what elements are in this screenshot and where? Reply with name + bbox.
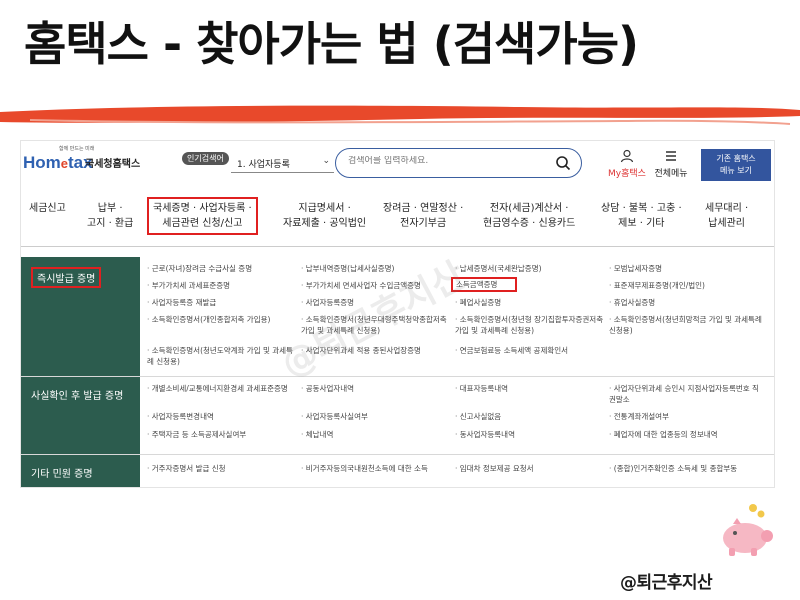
search-input[interactable] (348, 156, 553, 166)
list-item[interactable]: 사업자등록변경내역 (147, 411, 297, 422)
all-menu-button[interactable]: 전체메뉴 (651, 149, 691, 179)
popular-search-label: 인기검색어 (182, 152, 229, 165)
piggy-bank-icon (723, 504, 773, 556)
list-item[interactable]: (종합)인거주확인증 소득세 및 종합부동 (609, 463, 764, 474)
user-icon (620, 149, 634, 163)
list-item[interactable]: 동사업자등록내역 (455, 429, 603, 440)
logo-subtitle: 국세청홈택스 (85, 159, 141, 170)
nav-item-certificates[interactable]: 국세증명 · 사업자등록 · 세금관련 신청/신고 (147, 197, 258, 235)
list-item[interactable]: 거주자증명서 발급 신청 (147, 463, 297, 474)
list-item[interactable]: 공동사업자내역 (301, 383, 449, 394)
my-hometax-button[interactable]: My홈택스 (605, 149, 649, 179)
list-item[interactable]: 사업자등록사실여부 (301, 411, 449, 422)
main-nav: 세금신고 납부 · 고지 · 환급 국세증명 · 사업자등록 · 세금관련 신청/신… (21, 189, 774, 247)
list-item[interactable]: 연금보험료등 소득세액 공제확인서 (455, 345, 605, 356)
popular-search-select[interactable]: 1. 사업자등록 ⌄ (231, 153, 334, 173)
nav-item-tax-agent[interactable]: 세무대리 · 납세관리 (705, 201, 748, 231)
list-item[interactable]: 임대차 정보제공 요청서 (455, 463, 603, 474)
list-item[interactable]: 전통계좌개설여부 (609, 411, 764, 422)
row-header: 사실확인 후 발급 증명 (21, 377, 140, 454)
list-item[interactable]: 체납내역 (301, 429, 449, 440)
nav-item-statements[interactable]: 지급명세서 · 자료제출 · 공익법인 (283, 201, 366, 231)
list-item[interactable]: 모범납세자증명 (609, 263, 764, 274)
list-item[interactable]: 소득확인증명서(개인종합저축 가입용) (147, 314, 297, 325)
top-bar: 함께 만드는 미래 Hometax 국세청홈택스 인기검색어 1. 사업자등록 … (21, 141, 774, 189)
list-item[interactable]: 주택자금 등 소득공제사실여부 (147, 429, 297, 440)
list-item[interactable]: 사업자단위과세 승인시 지점사업자등록번호 직권말소 (609, 383, 764, 405)
search-icon[interactable] (555, 155, 571, 171)
row-header: 기타 민원 증명 (21, 455, 140, 487)
nav-item-e-invoice[interactable]: 전자(세금)계산서 · 현금영수증 · 신용카드 (483, 201, 575, 231)
nav-item-consult[interactable]: 상담 · 불복 · 고충 · 제보 · 기타 (601, 201, 682, 231)
chevron-down-icon: ⌄ (322, 156, 330, 166)
list-item[interactable]: 소득확인증명서(청년희망적금 가입 및 과세특례 신청용) (609, 314, 764, 336)
hometax-screenshot: 함께 만드는 미래 Hometax 국세청홈택스 인기검색어 1. 사업자등록 … (20, 140, 775, 488)
list-item[interactable]: 납세증명서(국세완납증명) (455, 263, 603, 274)
list-item[interactable]: 비거주자등의국내원천소득에 대한 소득 (301, 463, 451, 474)
list-item[interactable]: 근로(자녀)장려금 수급사실 증명 (147, 263, 295, 274)
brush-stroke-decoration (0, 105, 800, 125)
footer-handle: @퇴근후지산 (620, 573, 713, 593)
list-item[interactable]: 대표자등록내역 (455, 383, 603, 394)
hamburger-icon (666, 151, 676, 161)
list-item[interactable]: 표준재무제표증명(개인/법인) (609, 280, 764, 291)
nav-item-payment[interactable]: 납부 · 고지 · 환급 (87, 201, 133, 231)
search-box (335, 148, 582, 178)
nav-item-incentives[interactable]: 장려금 · 연말정산 · 전자기부금 (383, 201, 463, 231)
table-row: 사실확인 후 발급 증명 개별소비세/교통에너지환경세 과세표준증명 사업자등록… (21, 377, 774, 455)
row-header: 즉시발급 증명 (21, 257, 140, 376)
legacy-menu-button[interactable]: 기존 홈택스 메뉴 보기 (701, 149, 771, 181)
list-item[interactable]: 소득확인증명서(청년형 장기집합투자증권저축 가입 및 과세특례 신청용) (455, 314, 605, 336)
hometax-logo[interactable]: 함께 만드는 미래 Hometax 국세청홈택스 (23, 146, 148, 185)
list-item[interactable]: 사업자등록증 재발급 (147, 297, 295, 308)
list-item[interactable]: 폐업사실증명 (455, 297, 603, 308)
list-item[interactable]: 휴업사실증명 (609, 297, 764, 308)
page-headline: 홈택스 - 찾아가는 법 (검색가능) (24, 17, 639, 71)
nav-item-tax-return[interactable]: 세금신고 (29, 201, 66, 216)
table-row: 기타 민원 증명 거주자증명서 발급 신청 비거주자등의국내원천소득에 대한 소… (21, 455, 774, 487)
list-item[interactable]: 개별소비세/교통에너지환경세 과세표준증명 (147, 383, 297, 394)
list-item[interactable]: 폐업자에 대한 업종등의 정보내역 (609, 429, 764, 440)
list-item[interactable]: 부가가치세 과세표준증명 (147, 280, 295, 291)
list-item[interactable]: 신고사실없음 (455, 411, 603, 422)
